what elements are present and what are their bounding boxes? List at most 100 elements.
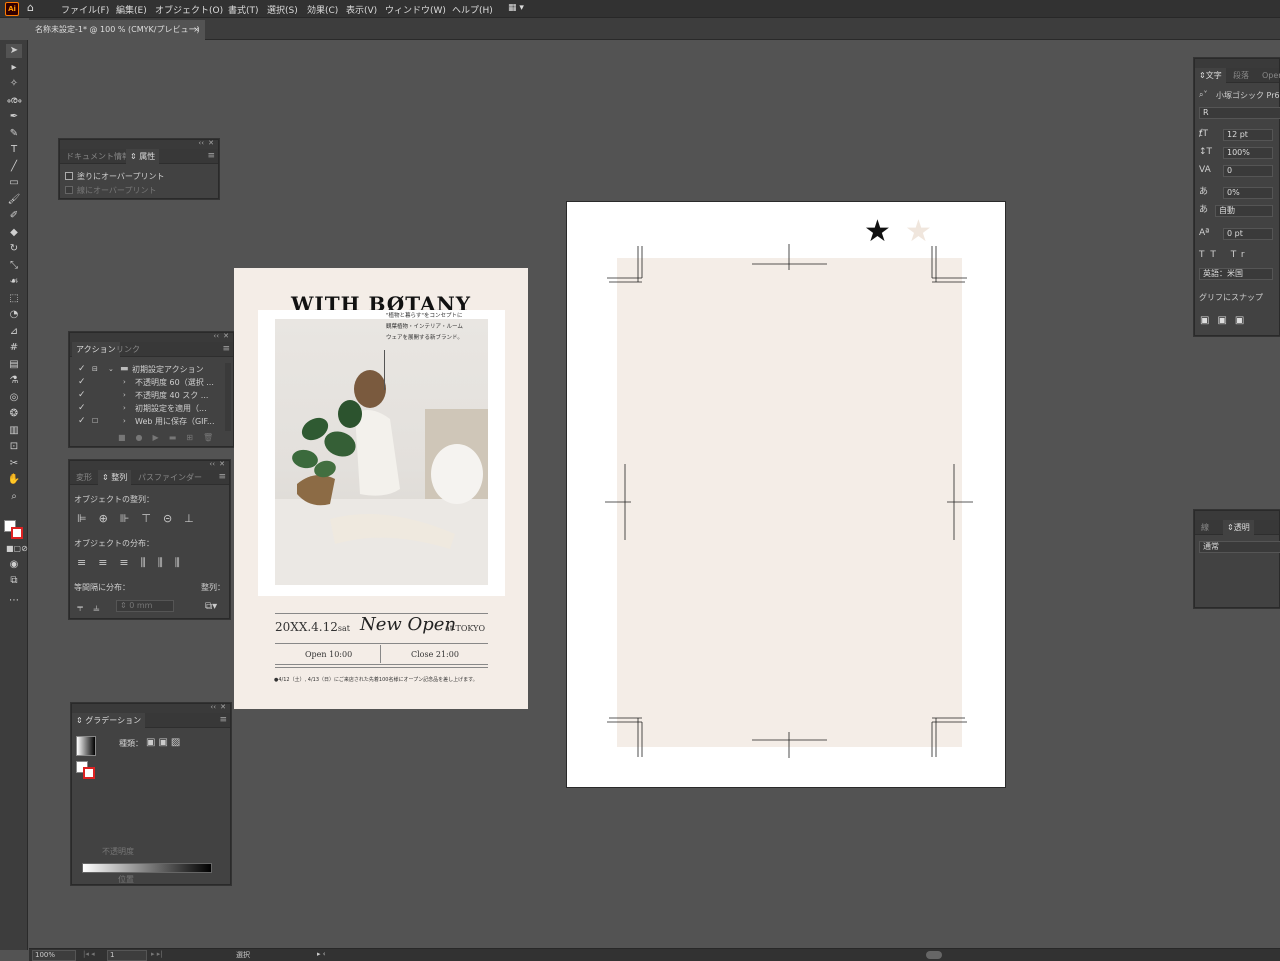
artboard-number-dropdown[interactable]: 1 <box>107 950 147 961</box>
close-panel-icon[interactable]: ✕ <box>220 703 226 711</box>
slice-tool-icon[interactable]: ✂ <box>6 457 22 471</box>
horizontal-scrollbar-thumb[interactable] <box>926 951 942 959</box>
perspective-grid-tool-icon[interactable]: ⊿ <box>6 325 22 339</box>
tab-document-info[interactable]: ドキュメント情報 <box>62 149 134 164</box>
menu-help[interactable]: ヘルプ(H) <box>452 3 493 16</box>
eyedropper-tool-icon[interactable]: ⚗ <box>6 374 22 388</box>
warp-tool-icon[interactable]: ☙ <box>6 275 22 289</box>
overprint-stroke-checkbox[interactable] <box>65 186 73 194</box>
text-style-buttons[interactable]: TT Tr <box>1199 250 1251 260</box>
chevron-right-icon[interactable]: › <box>123 416 126 426</box>
pen-tool-icon[interactable]: ✒ <box>6 110 22 124</box>
color-mode-icons[interactable]: ■▢⊘ <box>6 542 28 556</box>
panel-menu-icon[interactable]: ≡ <box>218 470 226 485</box>
list-item[interactable]: ✓ ⊟ ⌄ ▬ 初期設定アクション <box>70 364 225 376</box>
mesh-tool-icon[interactable]: # <box>6 341 22 355</box>
dialog-toggle-icon[interactable]: ☐ <box>92 416 98 426</box>
type-tool-icon[interactable]: T <box>6 143 22 157</box>
menu-file[interactable]: ファイル(F) <box>61 3 109 16</box>
check-icon[interactable]: ✓ <box>78 390 86 400</box>
collapse-icon[interactable]: ‹‹ <box>213 332 219 340</box>
menu-type[interactable]: 書式(T) <box>228 3 259 16</box>
collapse-icon[interactable]: ‹‹ <box>210 703 216 711</box>
collapse-icon[interactable]: ‹‹ <box>198 139 204 147</box>
menu-effect[interactable]: 効果(C) <box>307 3 338 16</box>
hand-tool-icon[interactable]: ✋ <box>6 473 22 487</box>
align-object-buttons[interactable]: ⊫⊕⊪⊤⊝⊥ <box>77 512 227 526</box>
kerning-field[interactable]: 0 <box>1223 165 1273 177</box>
paintbrush-tool-icon[interactable]: 🖌 <box>6 193 22 207</box>
menu-select[interactable]: 選択(S) <box>267 3 298 16</box>
panel-menu-icon[interactable]: ≡ <box>219 713 227 728</box>
gradient-preview-swatch[interactable] <box>76 736 96 756</box>
tab-character[interactable]: ⇕文字 <box>1195 68 1226 83</box>
tab-paragraph[interactable]: 段落 <box>1229 68 1253 83</box>
flyer-artboard[interactable]: WITH BØTANY "植物と暮らす"をコンセプトに 観葉植物・インテリア・ル… <box>234 268 528 709</box>
free-transform-tool-icon[interactable]: ⬚ <box>6 292 22 306</box>
font-style-field[interactable]: R <box>1199 107 1280 119</box>
rectangle-tool-icon[interactable]: ▭ <box>6 176 22 190</box>
tab-stroke[interactable]: 線 <box>1197 520 1213 535</box>
direct-selection-tool-icon[interactable]: ▸ <box>6 61 22 75</box>
close-panel-icon[interactable]: ✕ <box>219 460 225 468</box>
close-panel-icon[interactable]: ✕ <box>208 139 214 147</box>
close-tab-icon[interactable]: × <box>193 20 200 40</box>
artboard-nav-prev-icon[interactable]: |◂ ◂ <box>83 950 95 958</box>
artboard-nav-next-icon[interactable]: ▸ ▸| <box>151 950 163 958</box>
panel-menu-icon[interactable]: ≡ <box>207 149 215 164</box>
glyph-snap-buttons[interactable]: ▣▣▣ <box>1200 315 1252 326</box>
chevron-right-icon[interactable]: › <box>123 377 126 387</box>
artboard-2[interactable]: ★ ★ <box>566 201 1006 788</box>
tab-links[interactable]: リンク <box>112 342 144 357</box>
shape-builder-tool-icon[interactable]: ◔ <box>6 308 22 322</box>
tab-transparency[interactable]: ⇕透明 <box>1223 520 1254 535</box>
artboard-tool-icon[interactable]: ⊡ <box>6 440 22 454</box>
expand-chevron-icon[interactable]: ⌄ <box>108 364 114 374</box>
drawing-mode-icon[interactable]: ◉ <box>6 558 22 572</box>
language-dropdown[interactable]: 英語：米国 <box>1199 268 1273 280</box>
actions-scrollbar[interactable] <box>225 363 231 431</box>
curvature-tool-icon[interactable]: ✎ <box>6 127 22 141</box>
blend-mode-dropdown[interactable]: 通常 <box>1199 541 1280 553</box>
tab-opentype[interactable]: Open <box>1258 68 1280 83</box>
gradient-stroke-swatch[interactable] <box>83 767 95 779</box>
home-icon[interactable]: ⌂ <box>27 1 34 14</box>
graph-tool-icon[interactable]: ▥ <box>6 424 22 438</box>
menu-edit[interactable]: 編集(E) <box>116 3 147 16</box>
status-menu-icon[interactable]: ▸ ‹ <box>317 950 326 958</box>
font-size-field[interactable]: 12 pt <box>1223 129 1273 141</box>
actions-footer-icons[interactable]: ■●▶▬⊞🗑 <box>70 433 235 446</box>
distribute-spacing-buttons[interactable]: ⫧⫨ <box>77 601 109 615</box>
gradient-type-buttons[interactable]: ▣▣▨ <box>146 737 183 748</box>
tab-transform[interactable]: 変形 <box>72 470 96 485</box>
spacing-input[interactable]: ⇕ 0 mm <box>116 600 174 612</box>
workspace-switcher-icon[interactable]: ▦ ▾ <box>508 3 524 13</box>
distribute-object-buttons[interactable]: ≡≡≡⫼⫼⫼ <box>77 556 227 570</box>
blend-tool-icon[interactable]: ◎ <box>6 391 22 405</box>
stroke-swatch[interactable] <box>11 527 23 539</box>
more-tools-icon[interactable]: ⋯ <box>6 594 22 608</box>
dialog-toggle-icon[interactable]: ⊟ <box>92 364 98 374</box>
close-panel-icon[interactable]: ✕ <box>223 332 229 340</box>
vertical-scale-field[interactable]: 100% <box>1223 147 1273 159</box>
chevron-right-icon[interactable]: › <box>123 403 126 413</box>
list-item[interactable]: ✓ › 初期設定を適用（... <box>70 403 225 415</box>
panel-menu-icon[interactable]: ≡ <box>222 342 230 357</box>
overprint-fill-checkbox[interactable] <box>65 172 73 180</box>
align-to-dropdown-icon[interactable]: ⧉▾ <box>205 601 217 612</box>
check-icon[interactable]: ✓ <box>78 403 86 413</box>
scale-tool-icon[interactable]: ⤡ <box>6 259 22 273</box>
tsume-field[interactable]: 0% <box>1223 187 1273 199</box>
rotate-tool-icon[interactable]: ↻ <box>6 242 22 256</box>
lasso-tool-icon[interactable]: ൟ <box>6 94 22 108</box>
symbol-sprayer-tool-icon[interactable]: ❂ <box>6 407 22 421</box>
tab-pathfinder[interactable]: パスファインダー <box>134 470 206 485</box>
menu-window[interactable]: ウィンドウ(W) <box>385 3 446 16</box>
zoom-dropdown[interactable]: 100% <box>32 950 76 961</box>
gradient-slider[interactable] <box>82 863 212 873</box>
list-item[interactable]: ✓ ☐ › Web 用に保存（GIF... <box>70 416 225 428</box>
tab-attributes[interactable]: ⇕ 属性 <box>126 149 160 164</box>
baseline-shift-field[interactable]: 0 pt <box>1223 228 1273 240</box>
eraser-tool-icon[interactable]: ◆ <box>6 226 22 240</box>
check-icon[interactable]: ✓ <box>78 364 86 374</box>
